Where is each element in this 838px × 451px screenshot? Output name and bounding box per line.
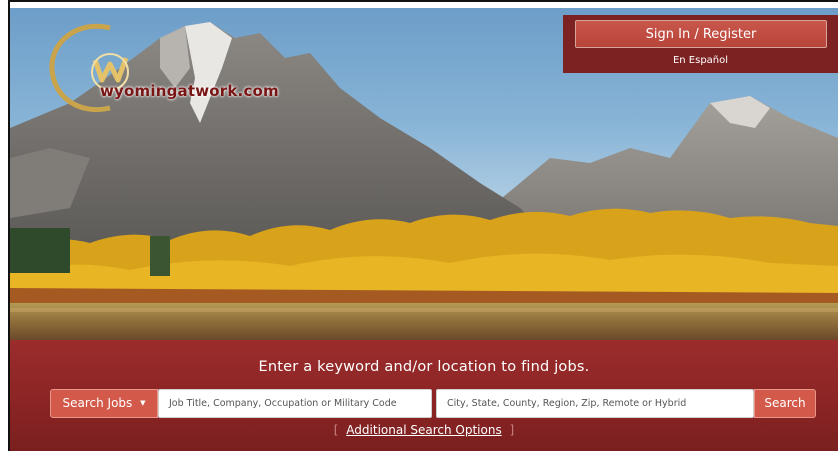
keyword-input[interactable]: Job Title, Company, Occupation or Milita… [158,389,432,418]
logo-text: wyomingatwork.com [100,82,279,100]
caret-down-icon: ▼ [140,399,146,407]
additional-search-options: [ Additional Search Options ] [10,423,838,437]
bracket-open: [ [333,423,339,437]
job-search-panel: Enter a keyword and/or location to find … [10,340,838,451]
signin-register-button[interactable]: Sign In / Register [575,20,827,48]
location-input[interactable]: City, State, County, Region, Zip, Remote… [436,389,754,418]
search-type-value: Jobs [107,396,133,410]
search-type-label: Search [62,396,104,410]
bracket-close: ] [509,423,515,437]
search-type-dropdown[interactable]: Search Jobs ▼ [50,389,158,418]
account-panel: Sign In / Register En Español [563,15,838,73]
logo-w-emblem-icon [49,23,129,112]
search-heading: Enter a keyword and/or location to find … [258,359,590,375]
search-button[interactable]: Search [754,389,816,418]
spanish-language-link[interactable]: En Español [563,55,838,66]
site-logo[interactable]: wyomingatwork.com [40,20,290,120]
additional-search-options-link[interactable]: Additional Search Options [346,423,501,437]
